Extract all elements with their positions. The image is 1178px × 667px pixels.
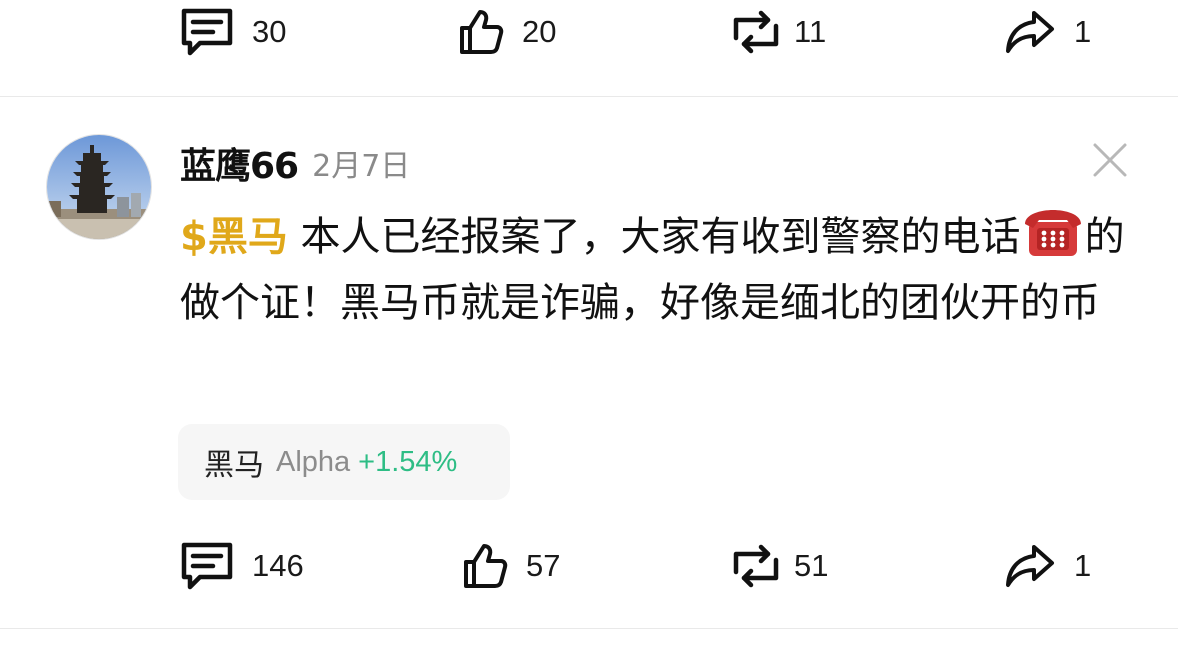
repost-button[interactable]: 51 — [730, 536, 828, 596]
ticker-card[interactable]: 黑马 Alpha +1.54% — [178, 424, 510, 500]
avatar[interactable] — [46, 134, 152, 240]
previous-post-action-bar: 30 20 11 1 — [0, 2, 1178, 62]
like-count: 57 — [526, 548, 561, 583]
ticker-card-change: +1.54% — [358, 445, 458, 478]
repost-count: 51 — [794, 548, 829, 583]
post-text: $黑马 本人已经报案了，大家有收到警察的电话 ☎的做个证！黑马币就是诈骗，好像是… — [180, 204, 1150, 336]
comment-icon — [181, 8, 233, 56]
share-count: 1 — [1074, 548, 1092, 583]
like-count: 20 — [522, 14, 557, 49]
post-date: 2月7日 — [312, 149, 411, 184]
like-button[interactable]: 57 — [462, 536, 560, 596]
share-icon — [1006, 545, 1054, 587]
share-button[interactable]: 1 — [1004, 536, 1091, 596]
dismiss-button[interactable] — [1092, 142, 1128, 178]
ticker-card-name: 黑马 — [204, 448, 264, 483]
repost-icon — [733, 10, 779, 54]
post-divider — [0, 96, 1178, 97]
telephone-emoji: ☎ — [1023, 208, 1083, 258]
post-action-bar: 146 57 51 1 — [0, 536, 1178, 596]
post-divider — [0, 628, 1178, 629]
comment-button[interactable]: 30 — [180, 2, 286, 62]
like-icon — [464, 544, 508, 588]
repost-button[interactable]: 11 — [730, 2, 826, 62]
ticker-link[interactable]: $黑马 — [180, 214, 288, 260]
post-text-part1: 本人已经报案了，大家有收到警察的电话 — [287, 214, 1021, 260]
comment-count: 146 — [252, 548, 304, 583]
post-header: 蓝鹰66 2月7日 — [180, 136, 410, 190]
share-button[interactable]: 1 — [1004, 2, 1091, 62]
pagoda-avatar-image — [47, 135, 151, 239]
comment-count: 30 — [252, 14, 287, 49]
share-icon — [1006, 11, 1054, 53]
share-count: 1 — [1074, 14, 1092, 49]
repost-icon — [733, 544, 779, 588]
ticker-card-tag: Alpha — [276, 445, 351, 478]
repost-count: 11 — [794, 14, 827, 49]
like-icon — [460, 10, 504, 54]
username[interactable]: 蓝鹰66 — [180, 137, 299, 189]
like-button[interactable]: 20 — [458, 2, 556, 62]
comment-button[interactable]: 146 — [180, 536, 304, 596]
comment-icon — [181, 542, 233, 590]
close-icon — [1093, 143, 1127, 177]
